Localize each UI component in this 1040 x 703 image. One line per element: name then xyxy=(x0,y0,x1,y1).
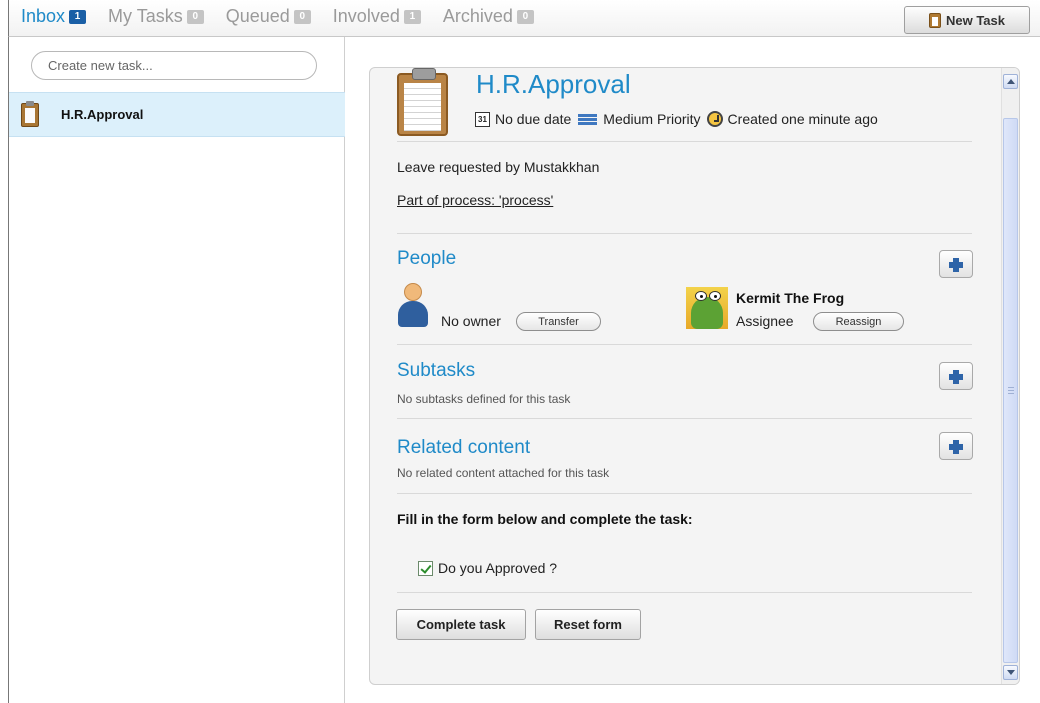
clock-icon xyxy=(706,111,723,127)
top-tab-bar: Inbox 1 My Tasks 0 Queued 0 Involved 1 A… xyxy=(8,0,1040,37)
approved-checkbox-label[interactable]: Do you Approved ? xyxy=(438,560,557,576)
tab-label: Archived xyxy=(442,6,513,26)
related-empty-text: No related content attached for this tas… xyxy=(397,466,610,480)
tab-label: Involved xyxy=(332,6,400,26)
add-subtask-button[interactable] xyxy=(939,362,973,390)
count-badge: 0 xyxy=(186,9,204,24)
count-badge: 0 xyxy=(293,9,311,24)
count-badge: 1 xyxy=(69,9,87,24)
user-icon xyxy=(398,283,428,327)
tab-involved[interactable]: Involved 1 xyxy=(333,6,421,27)
tab-label: Queued xyxy=(225,6,290,26)
reassign-label: Reassign xyxy=(835,315,882,328)
people-section-title: People xyxy=(397,248,457,269)
new-task-button[interactable]: New Task xyxy=(904,6,1030,34)
tab-inbox[interactable]: Inbox 1 xyxy=(21,6,87,27)
grip-icon xyxy=(1008,387,1014,396)
divider xyxy=(397,493,972,494)
transfer-button[interactable]: Transfer xyxy=(516,312,601,331)
clipboard-icon xyxy=(928,12,941,28)
new-task-label: New Task xyxy=(945,12,1005,28)
task-detail-card: H.R.Approval 31 No due date Medium Prior… xyxy=(369,67,1020,685)
divider xyxy=(397,592,972,593)
task-item-label: H.R.Approval xyxy=(61,107,144,122)
complete-task-label: Complete task xyxy=(416,617,506,632)
count-badge: 1 xyxy=(403,9,421,24)
create-task-input[interactable] xyxy=(31,51,317,80)
divider xyxy=(397,141,972,142)
clipboard-icon xyxy=(21,100,39,127)
task-detail-content: H.R.Approval 31 No due date Medium Prior… xyxy=(370,68,1002,684)
process-link[interactable]: Part of process: 'process' xyxy=(397,192,553,208)
related-section-title: Related content xyxy=(397,437,531,458)
task-list-item[interactable]: H.R.Approval xyxy=(9,92,345,137)
scroll-down-button[interactable] xyxy=(1003,665,1018,680)
transfer-label: Transfer xyxy=(538,315,579,328)
owner-text: No owner xyxy=(441,313,501,329)
divider xyxy=(397,344,972,345)
tab-my-tasks[interactable]: My Tasks 0 xyxy=(108,6,204,27)
scroll-up-button[interactable] xyxy=(1003,74,1018,89)
task-meta: 31 No due date Medium Priority Created o… xyxy=(475,111,878,127)
complete-task-button[interactable]: Complete task xyxy=(396,609,526,640)
tab-queued[interactable]: Queued 0 xyxy=(226,6,311,27)
task-title: H.R.Approval xyxy=(476,69,631,99)
count-badge: 0 xyxy=(516,9,534,24)
subtasks-section-title: Subtasks xyxy=(397,360,476,381)
form-heading: Fill in the form below and complete the … xyxy=(397,511,693,527)
add-related-content-button[interactable] xyxy=(939,432,973,460)
priority-icon xyxy=(578,113,598,125)
add-people-button[interactable] xyxy=(939,250,973,278)
scroll-thumb[interactable] xyxy=(1003,118,1018,663)
avatar xyxy=(686,287,728,329)
divider xyxy=(397,233,972,234)
tab-archived[interactable]: Archived 0 xyxy=(443,6,534,27)
reset-form-button[interactable]: Reset form xyxy=(535,609,641,640)
created-text: Created one minute ago xyxy=(727,111,878,127)
reassign-button[interactable]: Reassign xyxy=(813,312,904,331)
task-description[interactable]: Leave requested by Mustakkhan xyxy=(397,159,599,175)
tab-label: Inbox xyxy=(21,6,66,26)
approved-checkbox[interactable] xyxy=(418,561,433,576)
assignee-role: Assignee xyxy=(736,313,794,329)
reset-form-label: Reset form xyxy=(554,617,622,632)
vertical-scrollbar[interactable] xyxy=(1001,68,1019,684)
assignee-name: Kermit The Frog xyxy=(736,290,845,306)
subtasks-empty-text: No subtasks defined for this task xyxy=(397,392,571,406)
clipboard-icon xyxy=(397,68,448,136)
task-list-panel: H.R.Approval xyxy=(8,37,345,703)
tab-label: My Tasks xyxy=(108,6,183,26)
tab-list: Inbox 1 My Tasks 0 Queued 0 Involved 1 A… xyxy=(21,6,556,27)
divider xyxy=(397,418,972,419)
due-date-text[interactable]: No due date xyxy=(495,111,571,127)
priority-text[interactable]: Medium Priority xyxy=(603,111,700,127)
calendar-icon: 31 xyxy=(475,111,490,127)
